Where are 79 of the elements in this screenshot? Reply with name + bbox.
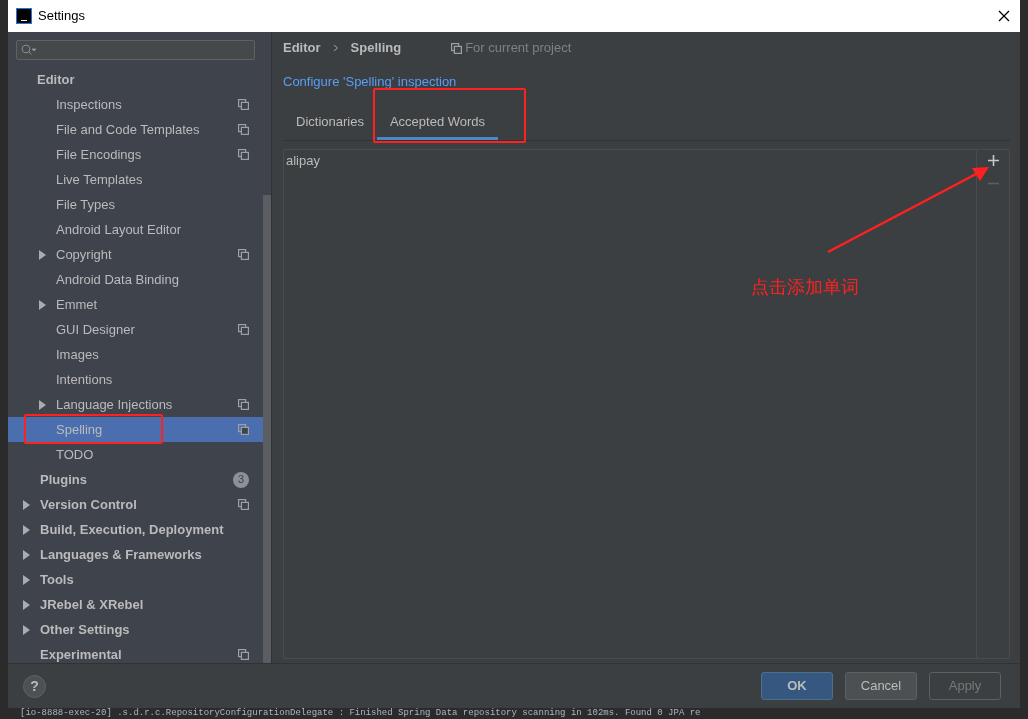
tree-item[interactable]: Copyright xyxy=(8,242,263,267)
tree-item-label: Version Control xyxy=(40,495,137,514)
tab[interactable]: Dictionaries xyxy=(283,107,377,140)
tree-item[interactable]: Tools xyxy=(8,567,263,592)
tree-item-label: Android Data Binding xyxy=(56,270,179,289)
tree-item[interactable]: Live Templates xyxy=(8,167,263,192)
caret-right-icon[interactable] xyxy=(38,399,47,410)
console-line: [io-8888-exec-20] .s.d.r.c.RepositoryConfigurationDelegate : Finished Spring Data repository scanning in 102ms. Found 0 JPA re xyxy=(19,708,702,719)
tree-item-label: Images xyxy=(56,345,99,364)
tree-item-label: Intentions xyxy=(56,370,113,389)
caret-right-icon[interactable] xyxy=(38,249,47,260)
search-field[interactable] xyxy=(16,40,255,60)
tree-item[interactable]: Version Control xyxy=(8,492,263,517)
tree-item-label: Build, Execution, Deployment xyxy=(40,520,224,539)
tree-item[interactable]: TODO xyxy=(8,442,263,467)
tab[interactable]: Accepted Words xyxy=(376,107,499,140)
tree-item-label: Live Templates xyxy=(56,170,143,189)
copy-icon xyxy=(451,42,463,54)
chevron-right-icon xyxy=(332,44,339,52)
tree-item-label: Android Layout Editor xyxy=(56,220,182,239)
tree-item[interactable]: Plugins 3 xyxy=(8,467,263,492)
tree-item[interactable]: Images xyxy=(8,342,263,367)
window-title: Settings xyxy=(38,7,85,26)
tree-item[interactable]: Android Layout Editor xyxy=(8,217,263,242)
inspection-link[interactable]: Configure 'Spelling' inspection xyxy=(283,72,457,92)
annotation-note: 点击添加单词 xyxy=(751,275,859,299)
tree-item-label: Language Injections xyxy=(56,395,173,414)
tree-item-label: TODO xyxy=(56,445,94,464)
tree-item-label: Other Settings xyxy=(40,620,130,639)
tree-item[interactable]: Android Data Binding xyxy=(8,267,263,292)
tree-item[interactable]: GUI Designer xyxy=(8,317,263,342)
tree-item[interactable]: Emmet xyxy=(8,292,263,317)
caret-right-icon[interactable] xyxy=(22,574,31,585)
tree-item[interactable]: File Types xyxy=(8,192,263,217)
tree-item-label: Editor xyxy=(37,70,75,89)
tree-item-label: GUI Designer xyxy=(56,320,135,339)
scrollbar-thumb[interactable] xyxy=(263,195,271,663)
count-badge: 3 xyxy=(233,471,249,488)
tree-item[interactable]: Intentions xyxy=(8,367,263,392)
tree-item-label: Inspections xyxy=(56,95,122,114)
app-logo-icon xyxy=(16,8,32,24)
tree-item-label: Plugins xyxy=(40,470,87,489)
tree-item[interactable]: Inspections xyxy=(8,92,263,117)
add-icon[interactable] xyxy=(987,154,999,166)
tree-item[interactable]: Spelling xyxy=(8,417,263,442)
tree-item-label: Experimental xyxy=(40,645,122,664)
caret-right-icon[interactable] xyxy=(22,524,31,535)
tree-item-label: Languages & Frameworks xyxy=(40,545,202,564)
tree-item[interactable]: Languages & Frameworks xyxy=(8,542,263,567)
tree-item-label: Emmet xyxy=(56,295,98,314)
caret-right-icon[interactable] xyxy=(22,499,31,510)
tree-item-label: Spelling xyxy=(56,420,103,439)
tree-item-label: File Encodings xyxy=(56,145,142,164)
breadcrumb-item: Editor xyxy=(283,39,321,58)
search-icon xyxy=(21,44,37,56)
tree-item-label: File and Code Templates xyxy=(56,120,200,139)
word-item[interactable]: alipay xyxy=(286,151,974,169)
dialog-button[interactable]: Cancel xyxy=(845,672,917,700)
caret-right-icon[interactable] xyxy=(22,599,31,610)
tree-item[interactable]: File and Code Templates xyxy=(8,117,263,142)
tree-item[interactable]: Language Injections xyxy=(8,392,263,417)
tree-item-label: File Types xyxy=(56,195,115,214)
caret-right-icon[interactable] xyxy=(22,624,31,635)
tree-item[interactable]: Experimental xyxy=(8,642,263,667)
tree-item-label: JRebel & XRebel xyxy=(40,595,144,614)
close-icon[interactable] xyxy=(998,10,1010,22)
breadcrumb-item: Spelling xyxy=(350,39,402,58)
tree-item[interactable]: Editor xyxy=(8,67,263,92)
tree-item[interactable]: Other Settings xyxy=(8,617,263,642)
tree-item-label: Copyright xyxy=(56,245,112,264)
caret-right-icon[interactable] xyxy=(22,549,31,560)
caret-right-icon[interactable] xyxy=(38,299,47,310)
tree-item[interactable]: Build, Execution, Deployment xyxy=(8,517,263,542)
dialog-button[interactable]: OK xyxy=(761,672,833,700)
scope-note: For current project xyxy=(465,39,572,58)
tree-item[interactable]: File Encodings xyxy=(8,142,263,167)
help-button[interactable]: ? xyxy=(23,674,46,698)
tree-item-label: Tools xyxy=(40,570,74,589)
tree-item[interactable]: JRebel & XRebel xyxy=(8,592,263,617)
